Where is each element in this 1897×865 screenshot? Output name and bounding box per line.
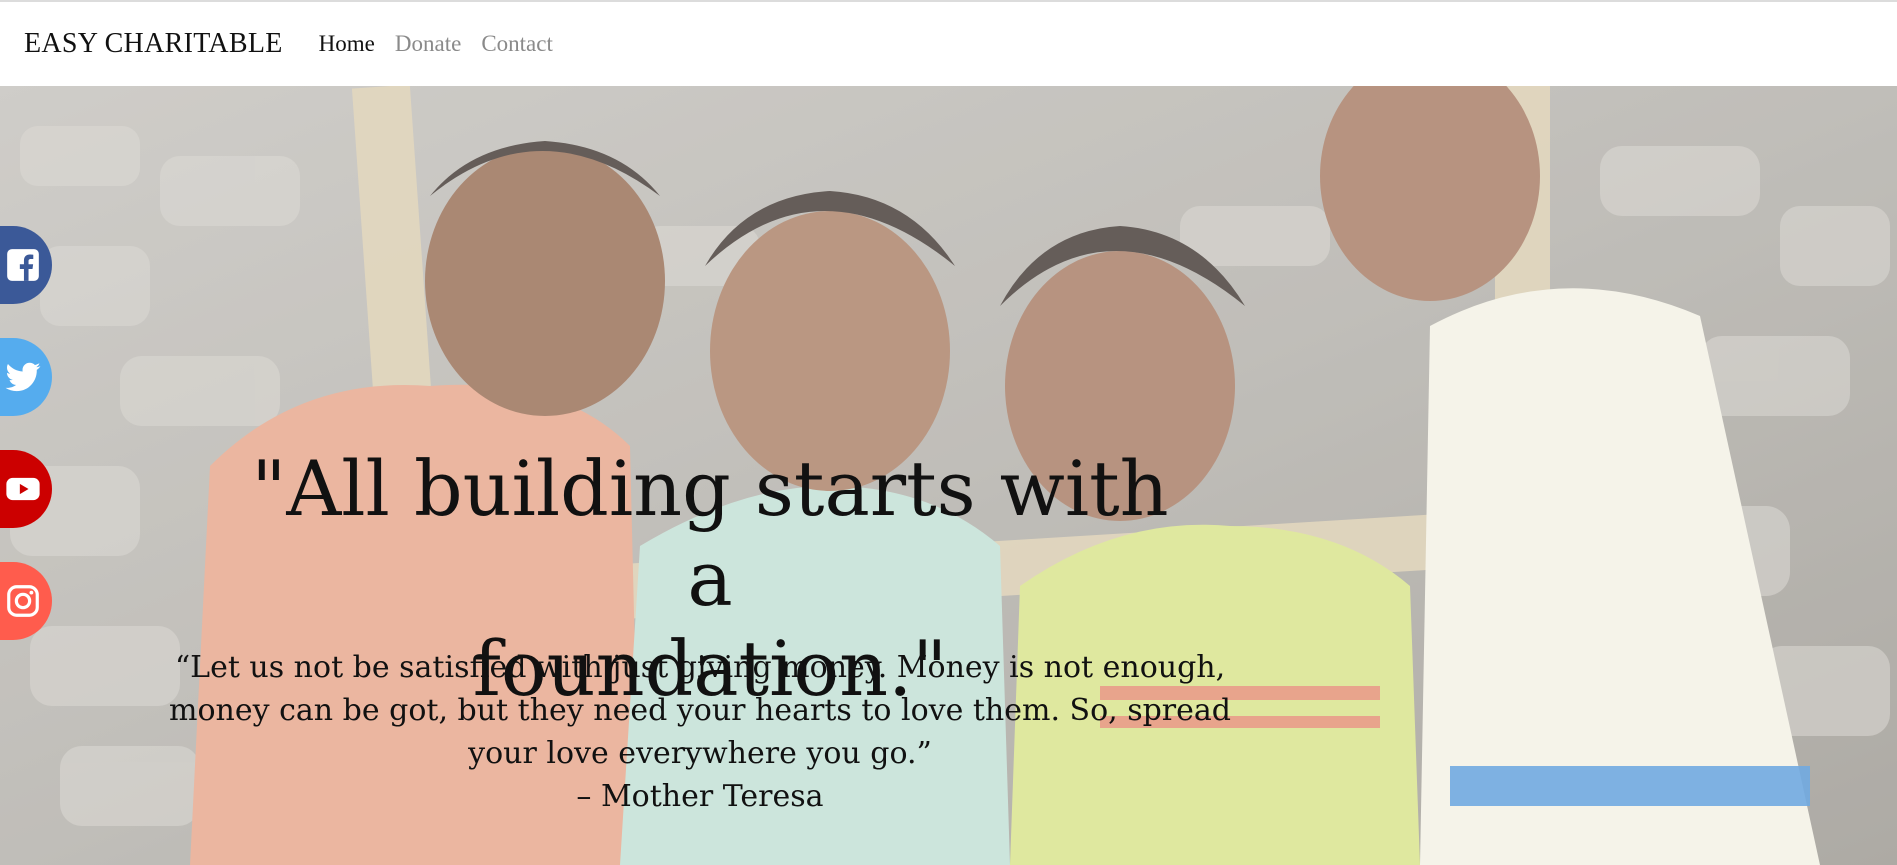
- brand-logo[interactable]: EASY CHARITABLE: [24, 28, 283, 60]
- youtube-icon: [6, 477, 40, 501]
- nav-link-contact[interactable]: Contact: [481, 31, 553, 57]
- quote-line-2: money can be got, but they need your hea…: [169, 693, 1231, 728]
- quote-attribution: – Mother Teresa: [576, 779, 824, 814]
- navbar: EASY CHARITABLE Home Donate Contact: [0, 2, 1897, 86]
- nav-link-home[interactable]: Home: [319, 31, 375, 57]
- quote-line-1: “Let us not be satisfied with just givin…: [174, 650, 1226, 685]
- instagram-icon: [7, 585, 39, 617]
- headline-line-1: "All building starts with a: [251, 444, 1169, 623]
- twitter-icon: [5, 362, 41, 392]
- quote-line-3: your love everywhere you go.”: [468, 736, 932, 771]
- hero-section: "All building starts with a foundation."…: [0, 86, 1897, 865]
- nav-links: Home Donate Contact: [319, 31, 573, 57]
- nav-link-donate[interactable]: Donate: [395, 31, 461, 57]
- facebook-icon: [7, 249, 39, 281]
- hero-quote: “Let us not be satisfied with just givin…: [150, 646, 1250, 818]
